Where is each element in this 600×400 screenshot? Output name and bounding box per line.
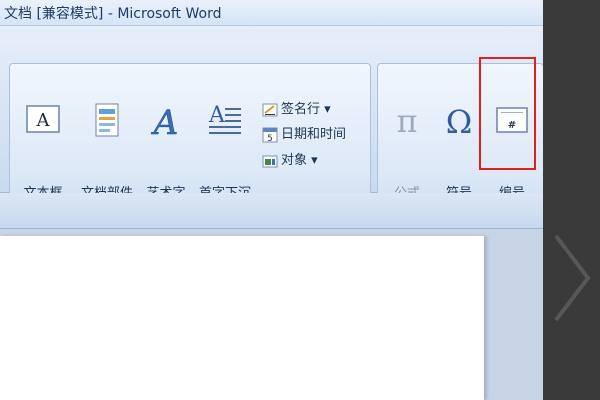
textbox-button[interactable]: A 文本框 ▾ bbox=[12, 64, 74, 214]
wordart-icon: A bbox=[150, 103, 179, 138]
quickparts-button[interactable]: 文档部件 ▾ bbox=[74, 64, 140, 214]
ribbon: A 文本框 ▾ 文档部件 ▾ A 艺术字 bbox=[0, 26, 543, 219]
svg-text:A: A bbox=[36, 110, 51, 131]
object-label: 对象 ▾ bbox=[281, 153, 318, 168]
window-title: 文档 [兼容模式] - Microsoft Word bbox=[4, 6, 222, 22]
dropcap-button[interactable]: A 首字下沉 ▾ bbox=[192, 64, 258, 214]
next-chevron-icon[interactable] bbox=[548, 230, 596, 326]
side-overlay bbox=[543, 0, 600, 400]
svg-text:5: 5 bbox=[267, 134, 273, 143]
svg-text:π: π bbox=[396, 102, 417, 138]
document-page[interactable] bbox=[0, 236, 485, 400]
signature-line-button[interactable]: 签名行 ▾ bbox=[262, 98, 331, 120]
svg-text:A: A bbox=[208, 103, 226, 128]
textbox-icon: A bbox=[26, 105, 60, 133]
symbol-omega-icon: Ω bbox=[446, 103, 473, 138]
title-bar: 文档 [兼容模式] - Microsoft Word bbox=[0, 0, 543, 26]
date-time-label: 日期和时间 bbox=[281, 127, 347, 142]
quickparts-icon bbox=[95, 103, 119, 137]
equation-pi-icon: π bbox=[396, 102, 417, 138]
object-button[interactable]: 对象 ▾ bbox=[262, 149, 318, 171]
dropcap-icon: A bbox=[208, 103, 241, 134]
date-time-button[interactable]: 5 日期和时间 bbox=[262, 123, 346, 145]
date-time-icon: 5 bbox=[262, 127, 278, 143]
word-window: 文档 [兼容模式] - Microsoft Word A 文本框 ▾ bbox=[0, 0, 543, 400]
svg-text:Ω: Ω bbox=[446, 103, 473, 138]
wordart-button[interactable]: A 艺术字 ▾ bbox=[140, 64, 192, 214]
highlight-box bbox=[479, 57, 536, 170]
signature-line-icon bbox=[262, 103, 278, 116]
signature-line-label: 签名行 ▾ bbox=[281, 102, 331, 117]
svg-text:A: A bbox=[151, 103, 179, 138]
symbol-button[interactable]: Ω 符号 ▾ bbox=[434, 64, 484, 214]
object-icon bbox=[262, 155, 278, 167]
equation-button[interactable]: π 公式 ▾ bbox=[382, 64, 432, 214]
ruler-bar bbox=[0, 193, 543, 229]
